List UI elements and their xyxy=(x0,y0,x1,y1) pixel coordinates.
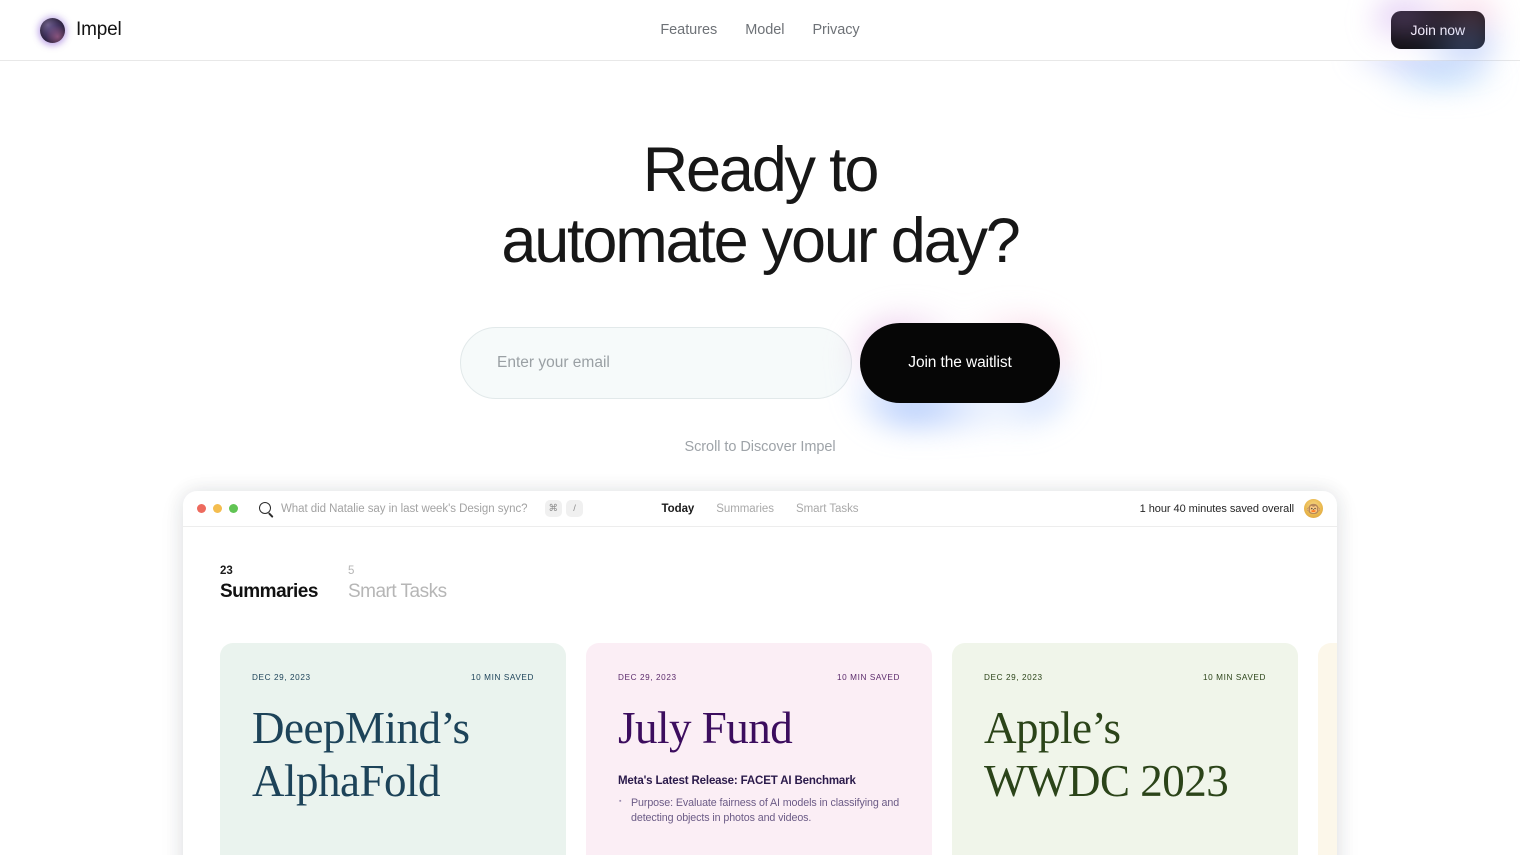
summary-cards: DEC 29, 2023 10 MIN SAVED DeepMind’s Alp… xyxy=(220,643,1337,855)
app-mockup: What did Natalie say in last week's Desi… xyxy=(183,491,1337,855)
summary-card[interactable]: DEC 29, 2023 10 MIN SAVED Apple’s WWDC 2… xyxy=(952,643,1298,855)
stats-row: 23 Summaries 5 Smart Tasks xyxy=(220,565,1300,603)
card-date: DEC 29, 2023 xyxy=(984,673,1043,682)
tab-today[interactable]: Today xyxy=(662,503,695,515)
sphere-gradient-logo-icon xyxy=(40,17,65,43)
nav-link-model[interactable]: Model xyxy=(745,22,784,38)
card-date: DEC 29, 2023 xyxy=(618,673,677,682)
card-meta: DEC 29, 2023 10 MIN SAVED xyxy=(984,673,1266,682)
kbd-slash-icon: / xyxy=(566,500,584,517)
mockup-tabs: Today Summaries Smart Tasks xyxy=(662,503,859,515)
card-title: Apple’s WWDC 2023 xyxy=(984,703,1229,807)
main-nav: Features Model Privacy xyxy=(660,22,859,38)
search-icon xyxy=(259,502,272,515)
heading-line-2: automate your day? xyxy=(501,205,1020,276)
brand-name: Impel xyxy=(76,19,122,40)
card-date: DEC 29, 2023 xyxy=(252,673,311,682)
hero-section: Ready to automate your day? Join the wai… xyxy=(0,61,1520,455)
kbd-shortcuts: ⌘ / xyxy=(544,500,584,517)
stat-summaries[interactable]: 23 Summaries xyxy=(220,565,318,603)
stat-smart-tasks[interactable]: 5 Smart Tasks xyxy=(348,565,447,603)
heading-line-1: Ready to xyxy=(642,135,880,205)
brand[interactable]: Impel xyxy=(40,17,122,43)
summary-card[interactable]: DEC 29, 2023 10 MIN SAVED DeepMind’s Alp… xyxy=(220,643,566,855)
tab-summaries[interactable]: Summaries xyxy=(716,503,774,515)
card-time-saved: 10 MIN SAVED xyxy=(836,673,900,682)
stat-smart-tasks-count: 5 xyxy=(347,565,355,577)
landing-page: Impel Features Model Privacy Join now Re… xyxy=(0,0,1520,855)
card-meta: DEC 29, 2023 10 MIN SAVED xyxy=(618,673,900,682)
minimize-dot-icon[interactable] xyxy=(213,504,222,513)
stat-summaries-count: 23 xyxy=(220,565,233,577)
summary-card[interactable]: DEC 29, 2023 10 MIN SAVED July Fund Meta… xyxy=(586,643,932,855)
summary-card[interactable] xyxy=(1318,643,1337,855)
card-time-saved: 10 MIN SAVED xyxy=(1202,673,1266,682)
card-meta: DEC 29, 2023 10 MIN SAVED xyxy=(252,673,534,682)
page-title: Ready to automate your day? xyxy=(0,135,1520,276)
maximize-dot-icon[interactable] xyxy=(229,504,238,513)
card-title: July Fund xyxy=(618,703,793,753)
site-header: Impel Features Model Privacy Join now xyxy=(0,0,1520,70)
kbd-command-icon: ⌘ xyxy=(544,500,563,517)
card-subtitle: Meta's Latest Release: FACET AI Benchmar… xyxy=(618,775,856,788)
mockup-toolbar-right: 1 hour 40 minutes saved overall 🐵 xyxy=(1140,499,1323,518)
card-bullet: Purpose: Evaluate fairness of AI models … xyxy=(619,796,900,826)
stat-smart-tasks-label: Smart Tasks xyxy=(347,581,447,602)
avatar[interactable]: 🐵 xyxy=(1304,499,1323,518)
nav-link-features[interactable]: Features xyxy=(660,22,717,38)
saved-overall-status: 1 hour 40 minutes saved overall xyxy=(1139,502,1294,515)
window-controls xyxy=(197,504,238,513)
stat-summaries-label: Summaries xyxy=(220,581,318,602)
waitlist-button-wrap: Join the waitlist xyxy=(848,313,1073,429)
close-dot-icon[interactable] xyxy=(197,504,206,513)
tab-smart-tasks[interactable]: Smart Tasks xyxy=(796,503,859,515)
join-waitlist-button[interactable]: Join the waitlist xyxy=(860,323,1060,404)
card-bullets: Purpose: Evaluate fairness of AI models … xyxy=(618,796,900,826)
mockup-search[interactable]: What did Natalie say in last week's Desi… xyxy=(259,500,584,517)
mockup-body: 23 Summaries 5 Smart Tasks DEC 29, 2023 … xyxy=(183,527,1337,855)
card-time-saved: 10 MIN SAVED xyxy=(470,673,534,682)
mockup-toolbar: What did Natalie say in last week's Desi… xyxy=(183,491,1337,527)
search-placeholder: What did Natalie say in last week's Desi… xyxy=(281,502,528,515)
scroll-hint: Scroll to Discover Impel xyxy=(684,439,836,456)
cta-row: Join the waitlist xyxy=(0,313,1520,429)
nav-link-privacy[interactable]: Privacy xyxy=(812,22,859,38)
card-title: DeepMind’s AlphaFold xyxy=(252,703,470,807)
join-now-button[interactable]: Join now xyxy=(1390,11,1485,49)
email-input[interactable] xyxy=(460,327,852,400)
